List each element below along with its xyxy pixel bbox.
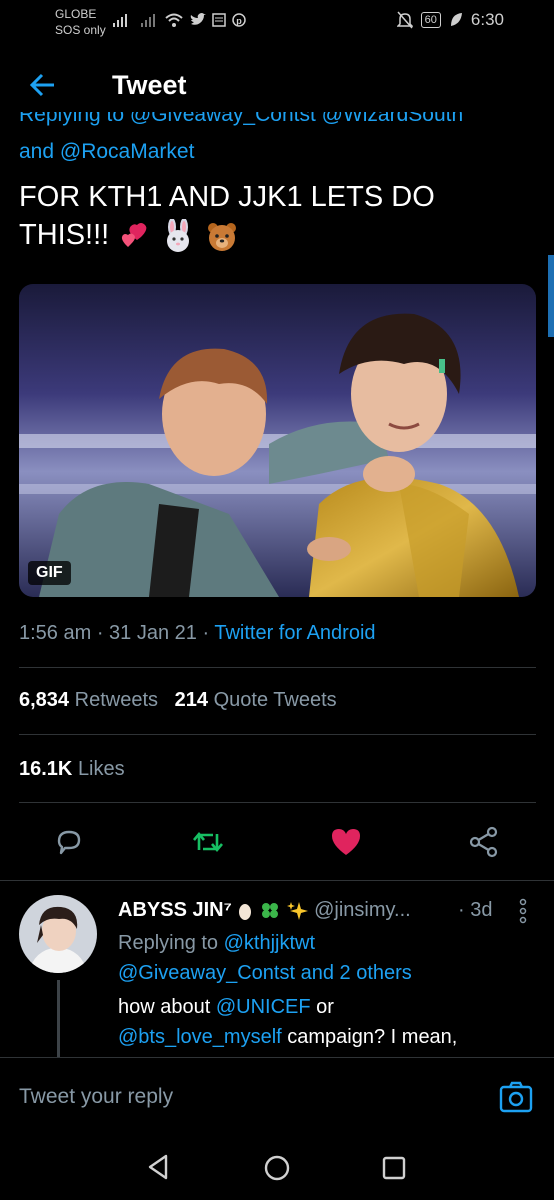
reply-replying-to: Replying to @kthjjktwt [118,928,315,958]
pinterest-icon: p [232,13,246,27]
sparkles-emoji [286,901,308,920]
carrier-status: SOS only [55,23,106,37]
retweet-stats: 6,834 Retweets 214 Quote Tweets [19,689,337,712]
avatar-image [19,895,97,973]
retweets-label: Retweets [74,689,158,711]
gif-preview-image [19,284,536,597]
tweet-media-gif[interactable] [19,284,536,597]
leaf-icon [450,13,462,26]
likes-count: 16.1K [19,758,73,780]
replying-prefix: Replying to [118,932,219,954]
mention-unicef[interactable]: @UNICEF [216,996,311,1018]
quotes-label: Quote Tweets [213,689,337,711]
system-icons: p [112,12,246,28]
quote-tweets-link[interactable]: 214 Quote Tweets [175,689,337,711]
meta-separator-2: · [202,622,215,644]
replying-to-line: and @RocaMarket [19,140,194,164]
more-options-icon[interactable] [517,898,529,924]
reply-time: · 3d [458,899,493,921]
retweets-link[interactable]: 6,834 Retweets [19,689,158,711]
retweets-count: 6,834 [19,689,70,711]
reply-text-3: campaign? I mean, [287,1026,458,1048]
rabbit-face-emoji [167,219,190,253]
replying-and: and [19,140,55,163]
replying-to-text: Replying to @Giveaway_Contst @WizardSout… [19,112,464,126]
tweet-text: FOR KTH1 AND JJK1 LETS DO THIS!!! [19,178,519,254]
wifi-icon [165,13,183,27]
like-heart-icon[interactable] [330,827,362,857]
reply-text-1: how about [118,996,211,1018]
tweet-metadata: 1:56 am · 31 Jan 21 · Twitter for Androi… [19,622,376,645]
status-right: 60 6:30 [396,10,504,30]
reply-icon[interactable] [53,826,85,858]
egg-emoji [239,903,252,920]
tweet-date: 31 Jan 21 [109,622,197,644]
reply-input[interactable]: Tweet your reply [19,1085,173,1109]
twitter-bird-icon [190,13,206,25]
quotes-count: 214 [174,689,209,711]
reply-replying-to-2: @Giveaway_Contst and 2 others [118,958,412,988]
share-icon[interactable] [468,826,500,858]
retweet-icon[interactable] [191,826,225,858]
likes-link[interactable]: 16.1K Likes [19,758,125,781]
replying-others-link[interactable]: and 2 others [301,962,412,984]
divider [0,1057,554,1058]
meta-separator-1: · [96,622,110,644]
tweet-source-link[interactable]: Twitter for Android [214,622,375,644]
tweet-actions [0,820,554,864]
divider [19,734,536,735]
signal-icon [113,14,127,27]
recents-nav-icon[interactable] [381,1155,407,1181]
reply-display-name: ABYSS JIN⁷ [118,899,232,921]
app-header: Tweet [0,60,554,114]
four-leaf-clover-emoji [261,902,278,918]
reply-handle: @jinsimy... [314,899,411,921]
status-bar: GLOBE SOS only p 60 6:30 [0,0,554,44]
replying-to-cut: Replying to @Giveaway_Contst @WizardSout… [19,112,463,126]
reply-text-2: or [316,996,334,1018]
back-nav-icon[interactable] [146,1154,170,1180]
back-arrow-icon[interactable] [28,70,58,100]
reply-body-line1: how about @UNICEF or [118,992,334,1022]
thread-line [57,980,60,1058]
signal-off-icon [141,14,155,27]
reply-author[interactable]: ABYSS JIN⁷ @jinsimy... [118,899,411,922]
likes-label: Likes [77,758,125,780]
divider [19,667,536,668]
mute-icon [396,11,413,29]
mention-kthjjktwt[interactable]: @kthjjktwt [224,932,315,954]
home-nav-icon[interactable] [263,1154,291,1182]
clock: 6:30 [470,10,504,29]
divider [19,802,536,803]
news-icon [212,13,226,27]
battery-level: 60 [420,12,441,28]
mention-bts-love-myself[interactable]: @bts_love_myself [118,1026,282,1048]
svg-text:p: p [236,16,242,26]
system-nav-bar [0,1128,554,1200]
two-hearts-emoji [122,223,147,248]
carrier-name: GLOBE [55,7,97,21]
mention-rocamarket[interactable]: @RocaMarket [60,140,195,163]
divider [0,880,554,881]
carrier-label: GLOBE SOS only [55,6,106,38]
tweet-time: 1:56 am [19,622,92,644]
bear-face-emoji [208,223,237,252]
scroll-indicator[interactable] [548,255,554,337]
avatar[interactable] [19,895,97,973]
mention-giveaway-contst[interactable]: @Giveaway_Contst [118,962,295,984]
gif-badge: GIF [28,561,71,585]
reply-body-line2: @bts_love_myself campaign? I mean, [118,1022,457,1052]
page-title: Tweet [112,70,187,100]
camera-icon[interactable] [499,1080,533,1114]
